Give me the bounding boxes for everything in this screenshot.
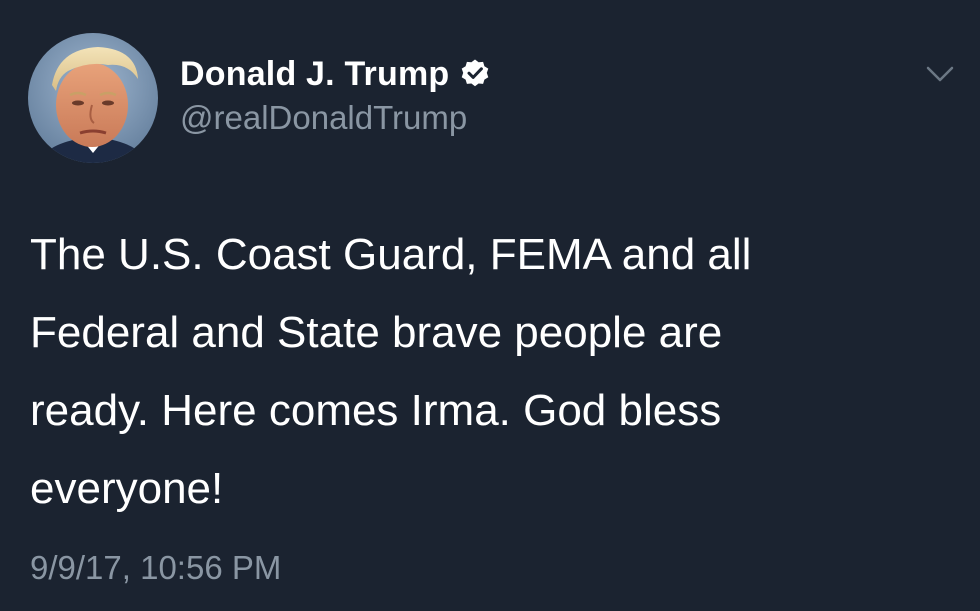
tweet-timestamp[interactable]: 9/9/17, 10:56 PM — [30, 549, 281, 587]
avatar-icon — [28, 33, 158, 163]
author-row: Donald J. Trump — [180, 52, 491, 96]
chevron-down-icon[interactable] — [924, 62, 956, 86]
verified-badge-icon — [459, 58, 491, 90]
author-handle[interactable]: @realDonaldTrump — [180, 99, 467, 137]
tweet-card: Donald J. Trump @realDonaldTrump The U.S… — [0, 0, 980, 611]
avatar[interactable] — [28, 33, 158, 163]
tweet-text: The U.S. Coast Guard, FEMA and all Feder… — [30, 230, 752, 513]
display-name[interactable]: Donald J. Trump — [180, 55, 449, 94]
